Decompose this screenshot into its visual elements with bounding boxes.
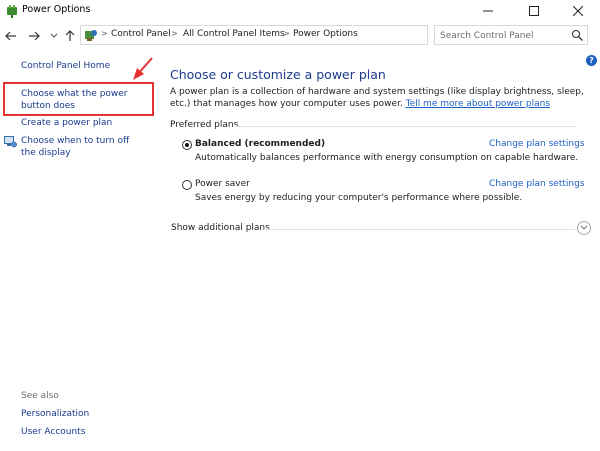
- breadcrumb-power-options[interactable]: Power Options: [293, 29, 358, 39]
- chevron-down-icon: [580, 225, 588, 230]
- breadcrumb-separator: >: [171, 29, 178, 38]
- up-button[interactable]: [63, 28, 77, 44]
- breadcrumb-separator: >: [283, 29, 290, 38]
- arrow-left-icon: [5, 31, 16, 41]
- power-saver-change-settings-link[interactable]: Change plan settings: [489, 179, 585, 189]
- breadcrumb-control-panel[interactable]: Control Panel: [111, 29, 171, 39]
- balanced-plan-radio[interactable]: [182, 140, 192, 150]
- highlight-box: [3, 82, 154, 116]
- title-bar: Power Options: [0, 0, 600, 22]
- navigation-bar: > Control Panel > All Control Panel Item…: [0, 24, 600, 48]
- intro-text: A power plan is a collection of hardware…: [170, 86, 590, 110]
- control-panel-icon: [85, 30, 97, 41]
- arrow-up-icon: [65, 30, 75, 41]
- forward-button[interactable]: [27, 28, 41, 44]
- search-input[interactable]: [440, 29, 565, 42]
- window-title: Power Options: [22, 4, 91, 15]
- recent-locations-button[interactable]: [47, 28, 61, 44]
- personalization-link[interactable]: Personalization: [21, 408, 89, 420]
- arrow-annotation-icon: [133, 57, 153, 80]
- show-additional-plans[interactable]: Show additional plans: [171, 223, 270, 233]
- maximize-button[interactable]: [512, 0, 556, 22]
- balanced-change-settings-link[interactable]: Change plan settings: [489, 139, 585, 149]
- chevron-down-icon: [50, 33, 58, 38]
- divider: [264, 229, 575, 230]
- preferred-plans-heading: Preferred plans: [170, 120, 239, 130]
- maximize-icon: [529, 6, 539, 16]
- balanced-plan-description: Automatically balances performance with …: [195, 153, 579, 163]
- divider: [234, 126, 576, 127]
- see-also-heading: See also: [21, 391, 59, 401]
- close-button[interactable]: [556, 0, 600, 22]
- breadcrumb-separator: >: [101, 29, 108, 38]
- user-accounts-link[interactable]: User Accounts: [21, 426, 85, 438]
- display-shield-icon: [4, 136, 17, 148]
- learn-more-link[interactable]: Tell me more about power plans: [406, 99, 550, 109]
- turn-off-display-link[interactable]: Choose when to turn off the display: [21, 135, 141, 159]
- main-content: Choose or customize a power plan A power…: [170, 50, 591, 451]
- minimize-button[interactable]: [466, 0, 510, 22]
- search-icon[interactable]: [571, 29, 584, 42]
- arrow-right-icon: [29, 31, 40, 41]
- breadcrumb-all-items[interactable]: All Control Panel Items: [183, 29, 285, 39]
- address-bar[interactable]: > Control Panel > All Control Panel Item…: [80, 25, 503, 45]
- search-box[interactable]: [434, 25, 588, 45]
- back-button[interactable]: [4, 28, 18, 44]
- minimize-icon: [483, 10, 493, 12]
- page-title: Choose or customize a power plan: [170, 67, 386, 82]
- close-icon: [573, 6, 583, 16]
- power-saver-plan-radio[interactable]: [182, 180, 192, 190]
- power-saver-plan-description: Saves energy by reducing your computer's…: [195, 193, 523, 203]
- power-options-icon: [7, 5, 17, 18]
- balanced-plan-name[interactable]: Balanced (recommended): [195, 139, 325, 149]
- power-saver-plan-name[interactable]: Power saver: [195, 179, 250, 189]
- create-power-plan-link[interactable]: Create a power plan: [21, 117, 112, 129]
- expand-button[interactable]: [577, 221, 591, 235]
- control-panel-home-link[interactable]: Control Panel Home: [21, 60, 110, 72]
